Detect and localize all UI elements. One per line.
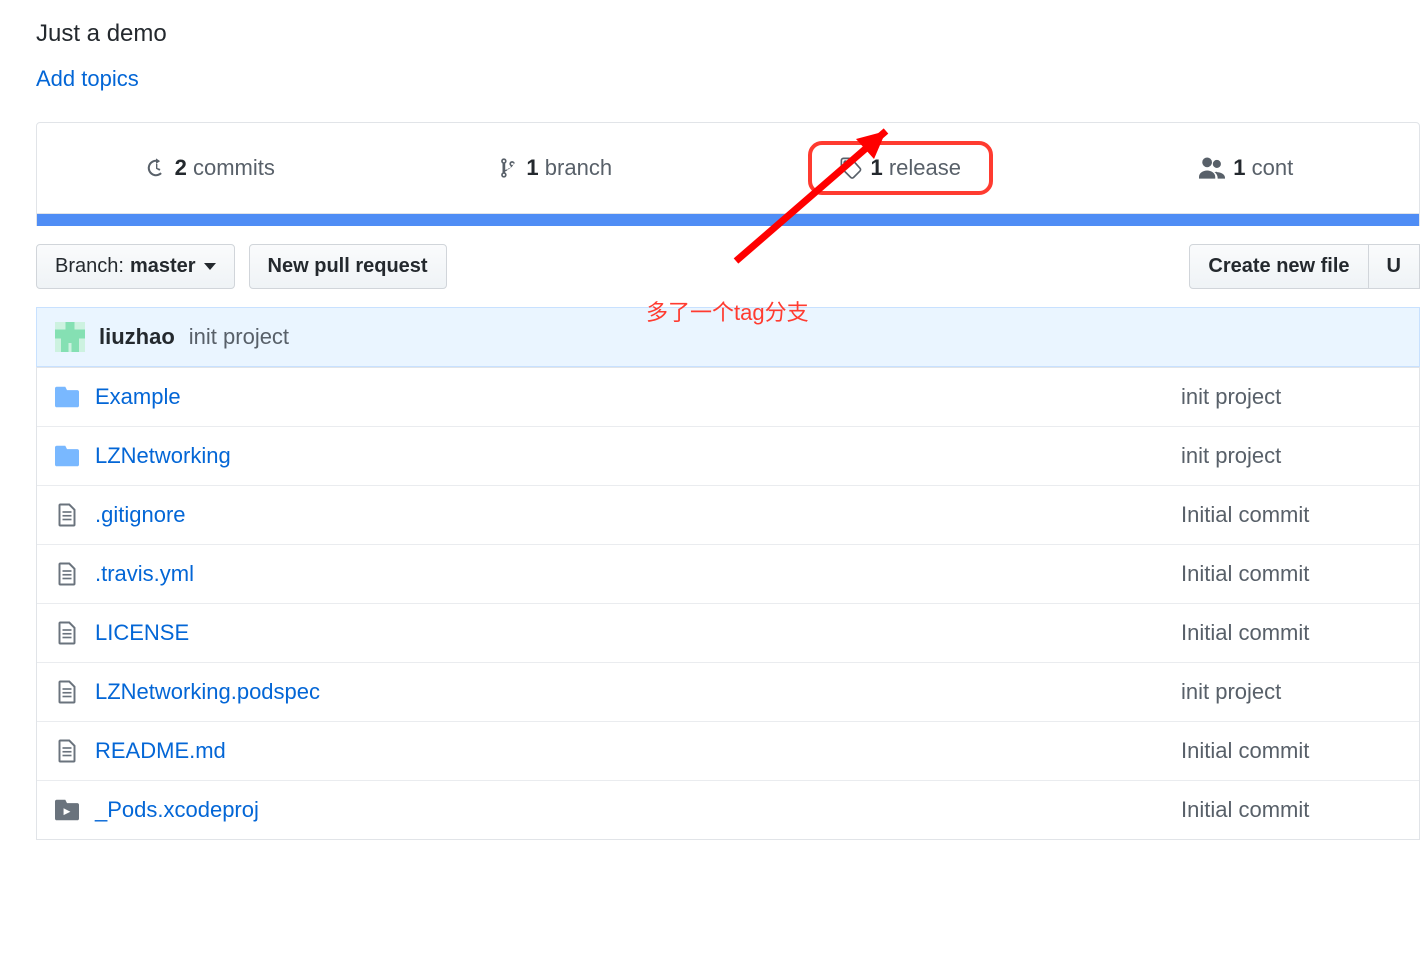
file-row: .travis.yml Initial commit xyxy=(37,544,1419,603)
stats-commits[interactable]: 2 commits xyxy=(37,123,383,213)
file-name-link[interactable]: LICENSE xyxy=(95,620,495,646)
file-name-link[interactable]: README.md xyxy=(95,738,495,764)
file-commit-message[interactable]: init project xyxy=(1181,443,1401,469)
file-name-link[interactable]: .gitignore xyxy=(95,502,495,528)
file-name-link[interactable]: Example xyxy=(95,384,495,410)
create-new-file-button[interactable]: Create new file xyxy=(1189,244,1368,289)
branches-label: branch xyxy=(545,155,612,180)
people-icon xyxy=(1199,157,1225,179)
file-commit-message[interactable]: Initial commit xyxy=(1181,561,1401,587)
file-name-link[interactable]: LZNetworking.podspec xyxy=(95,679,495,705)
contributors-label: cont xyxy=(1252,155,1294,180)
file-row: LZNetworking init project xyxy=(37,426,1419,485)
repo-description: Just a demo xyxy=(36,20,1420,48)
stats-contributors[interactable]: 1 cont xyxy=(1074,123,1420,213)
commits-label: commits xyxy=(193,155,275,180)
commits-count: 2 xyxy=(175,155,187,180)
avatar[interactable] xyxy=(55,322,85,352)
release-highlight-box: 1 release xyxy=(808,141,993,195)
branch-prefix: Branch: xyxy=(55,255,124,278)
stats-releases[interactable]: 1 release xyxy=(728,123,1074,213)
annotation-text: 多了一个tag分支 xyxy=(646,295,809,327)
file-commit-message[interactable]: Initial commit xyxy=(1181,797,1401,823)
file-row: README.md Initial commit xyxy=(37,721,1419,780)
folder-icon xyxy=(55,386,79,408)
language-bar[interactable] xyxy=(36,214,1420,226)
releases-label: release xyxy=(889,155,961,180)
upload-button[interactable]: U xyxy=(1369,244,1420,289)
file-name-link[interactable]: .travis.yml xyxy=(95,561,495,587)
file-row: .gitignore Initial commit xyxy=(37,485,1419,544)
folder-icon xyxy=(55,445,79,467)
file-row: LZNetworking.podspec init project xyxy=(37,662,1419,721)
file-row: Example init project xyxy=(37,367,1419,426)
stats-bar: 2 commits 1 branch 1 release 1 cont xyxy=(36,122,1420,214)
add-topics-link[interactable]: Add topics xyxy=(36,66,139,92)
file-commit-message[interactable]: init project xyxy=(1181,384,1401,410)
file-commit-message[interactable]: Initial commit xyxy=(1181,502,1401,528)
file-icon xyxy=(55,621,79,645)
new-pull-request-button[interactable]: New pull request xyxy=(249,244,447,289)
contributors-count: 1 xyxy=(1233,155,1245,180)
branch-select-button[interactable]: Branch: master xyxy=(36,244,235,289)
file-icon xyxy=(55,562,79,586)
file-icon xyxy=(55,680,79,704)
file-commit-message[interactable]: init project xyxy=(1181,679,1401,705)
branches-count: 1 xyxy=(526,155,538,180)
file-icon xyxy=(55,739,79,763)
file-name-link[interactable]: _Pods.xcodeproj xyxy=(95,797,495,823)
file-list: Example init project LZNetworking init proj… xyxy=(36,367,1420,840)
submodule-icon xyxy=(55,799,79,821)
file-row: LICENSE Initial commit xyxy=(37,603,1419,662)
branch-name: master xyxy=(130,255,196,278)
file-icon xyxy=(55,503,79,527)
commit-message[interactable]: init project xyxy=(189,324,289,350)
chevron-down-icon xyxy=(204,263,216,270)
commit-author[interactable]: liuzhao xyxy=(99,324,175,350)
history-icon xyxy=(145,157,167,179)
tag-icon xyxy=(840,157,862,179)
releases-count: 1 xyxy=(870,155,882,180)
stats-branches[interactable]: 1 branch xyxy=(383,123,729,213)
file-name-link[interactable]: LZNetworking xyxy=(95,443,495,469)
file-commit-message[interactable]: Initial commit xyxy=(1181,738,1401,764)
branch-icon xyxy=(498,157,518,179)
file-row: _Pods.xcodeproj Initial commit xyxy=(37,780,1419,839)
file-commit-message[interactable]: Initial commit xyxy=(1181,620,1401,646)
